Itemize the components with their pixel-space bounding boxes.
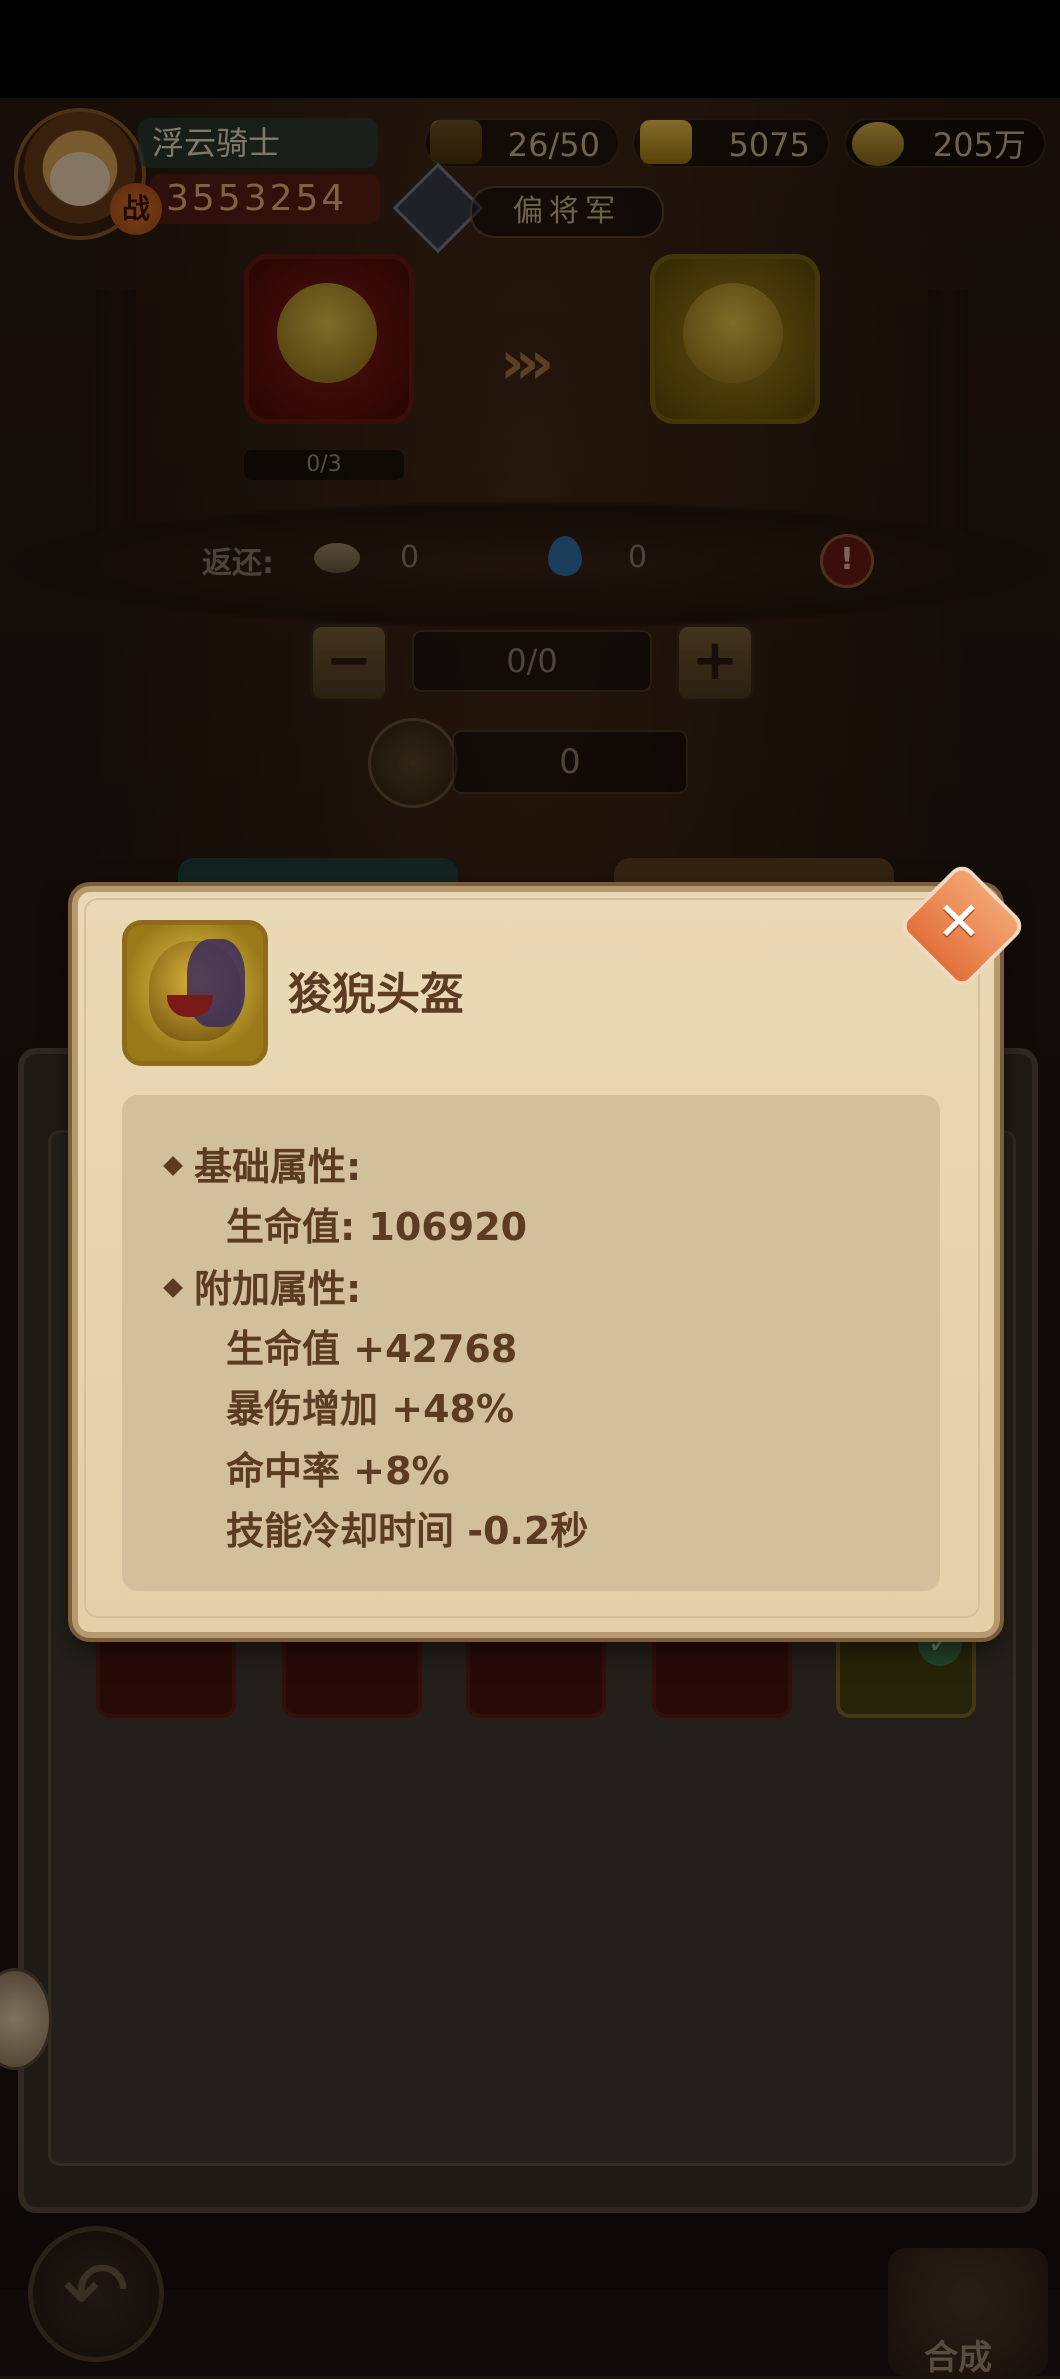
- extra-attributes-label: 附加属性:: [194, 1267, 362, 1311]
- extra-stat-line: 命中率 +8%: [226, 1449, 450, 1493]
- item-name: 狻猊头盔: [288, 969, 464, 1020]
- diamond-bullet-icon: [163, 1277, 183, 1298]
- helmet-item-icon: [122, 920, 268, 1066]
- base-attributes-header: 基础属性:: [163, 1136, 362, 1191]
- base-attributes-label: 基础属性:: [194, 1145, 362, 1189]
- close-icon[interactable]: ✕: [932, 880, 986, 964]
- extra-stat-line: 暴伤增加 +48%: [226, 1387, 515, 1431]
- diamond-bullet-icon: [163, 1155, 183, 1176]
- extra-stat-line: 技能冷却时间 -0.2秒: [226, 1509, 589, 1553]
- extra-stat-line: 生命值 +42768: [226, 1327, 518, 1371]
- base-stat-line: 生命值: 106920: [226, 1205, 528, 1249]
- extra-attributes-header: 附加属性:: [163, 1258, 362, 1313]
